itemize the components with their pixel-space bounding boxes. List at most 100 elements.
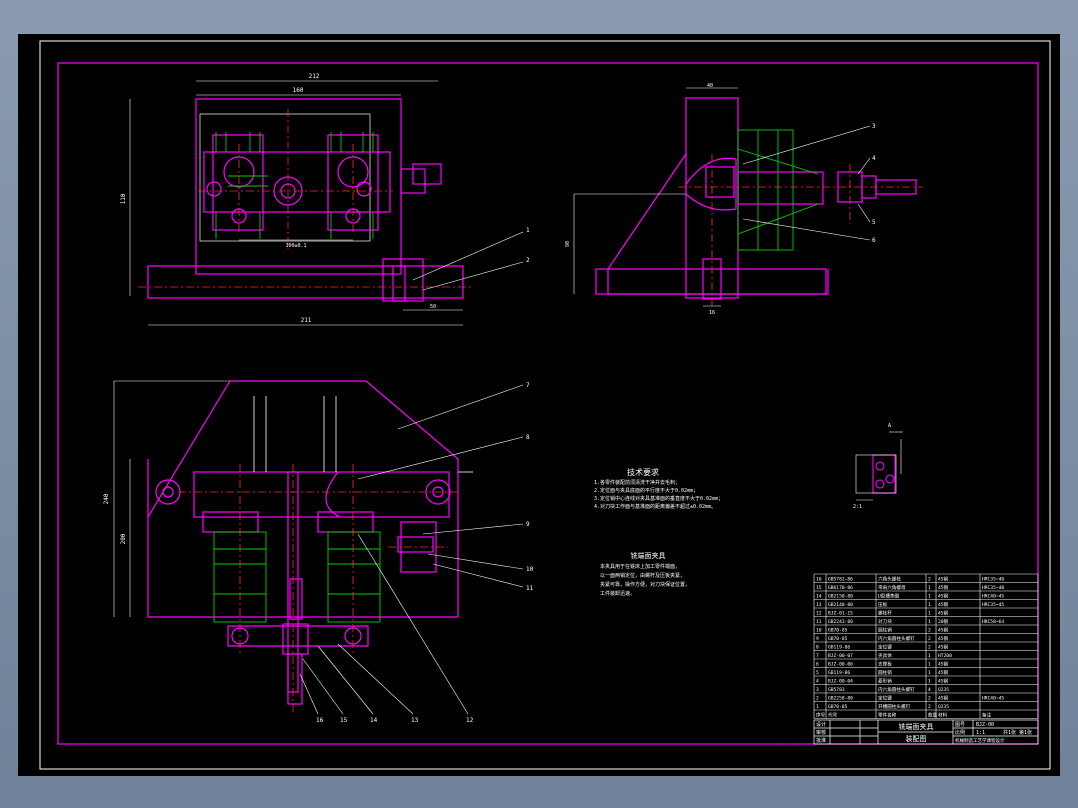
front-view xyxy=(147,380,459,705)
desc-title: 铣端面夹具 xyxy=(631,551,666,560)
parts-header-material: 材料 xyxy=(938,712,948,719)
parts-cell-code: BJZ-00-04 xyxy=(828,679,853,685)
callout-7: 7 xyxy=(526,382,530,389)
top-view-dims xyxy=(129,80,524,326)
parts-cell-name: 六角头螺栓 xyxy=(878,576,901,583)
detail-scale: 2:1 xyxy=(853,504,862,510)
parts-cell-material: Q235 xyxy=(938,687,949,693)
tb-label-design: 设计 xyxy=(816,721,826,728)
parts-cell-no: 5 xyxy=(816,670,819,676)
callout-16: 16 xyxy=(316,717,324,724)
parts-cell-qty: 2 xyxy=(928,636,931,642)
parts-cell-name: 螺栓杆 xyxy=(878,610,892,617)
callout-15: 15 xyxy=(340,717,348,724)
parts-cell-qty: 1 xyxy=(928,602,931,608)
parts-cell-material: 45钢 xyxy=(938,635,949,642)
parts-cell-name: 开槽圆柱头螺钉 xyxy=(878,703,911,710)
parts-cell-qty: 1 xyxy=(928,611,931,617)
detail-label: A xyxy=(888,423,891,429)
parts-cell-material: 45钢 xyxy=(938,576,949,583)
side-view xyxy=(595,97,917,300)
parts-cell-name: 圆柱销 xyxy=(878,669,892,676)
parts-cell-material: HT200 xyxy=(938,653,952,659)
side-dim-bottom: 16 xyxy=(709,310,715,316)
tb-label-scale: 比例 xyxy=(955,729,965,736)
callout-9: 9 xyxy=(526,521,530,528)
front-dim-inner: 200 xyxy=(120,533,127,544)
parts-cell-qty: 2 xyxy=(928,696,931,702)
parts-cell-material: 45钢 xyxy=(938,627,949,634)
tb-drawing-type: 装配图 xyxy=(906,734,927,743)
callout-8: 8 xyxy=(526,434,530,441)
parts-cell-code: BJZ-01-15 xyxy=(828,611,853,617)
tb-label-approve: 批准 xyxy=(816,737,826,744)
parts-cell-qty: 1 xyxy=(928,653,931,659)
parts-cell-name: 对刀块 xyxy=(878,618,892,625)
parts-cell-name: 定位键 xyxy=(878,644,892,651)
dim-width: 212 xyxy=(309,73,320,80)
parts-cell-qty: 2 xyxy=(928,704,931,710)
parts-cell-code: GB5783 xyxy=(828,687,845,693)
parts-cell-no: 14 xyxy=(816,594,822,600)
callout-10: 10 xyxy=(526,566,534,573)
parts-cell-no: 8 xyxy=(816,645,819,651)
parts-cell-no: 3 xyxy=(816,687,819,693)
parts-cell-code: GB6170-86 xyxy=(828,585,853,591)
parts-cell-name: U型槽垫圈 xyxy=(878,593,900,600)
parts-cell-qty: 1 xyxy=(928,679,931,685)
dim-base: 211 xyxy=(301,317,312,324)
parts-cell-code: GB70-85 xyxy=(828,636,848,642)
side-dim-height: 90 xyxy=(565,241,571,247)
parts-cell-code: GB2148-80 xyxy=(828,602,853,608)
front-view-green xyxy=(213,531,381,623)
parts-cell-no: 6 xyxy=(816,662,819,668)
parts-cell-material: 45钢 xyxy=(938,593,949,600)
cad-drawing: 212 160 110 211 100±0.1 50 1 2 40 90 16 … xyxy=(39,40,1051,770)
parts-cell-name: 菱形销 xyxy=(878,678,892,685)
callout-6: 6 xyxy=(872,237,876,244)
desc-line-3: 夹紧可靠，操作方便，对刀块保证位置， xyxy=(600,581,690,588)
desc-line-1: 本夹具用于在铣床上加工零件端面， xyxy=(600,563,680,570)
parts-cell-name: 内六角圆柱头螺钉 xyxy=(878,635,915,642)
tech-req-3: 3.定位销中心连线对夹具基准面的垂直度不大于0.02mm； xyxy=(594,495,723,502)
callout-14: 14 xyxy=(370,717,378,724)
parts-cell-qty: 2 xyxy=(928,577,931,583)
front-view-dims xyxy=(113,380,524,715)
callout-4: 4 xyxy=(872,155,876,162)
side-view-centerlines xyxy=(678,154,923,309)
parts-cell-no: 15 xyxy=(816,585,822,591)
detail-a xyxy=(855,454,897,494)
parts-cell-code: GB70-85 xyxy=(828,628,848,634)
parts-cell-qty: 1 xyxy=(928,662,931,668)
parts-cell-no: 4 xyxy=(816,679,819,685)
top-view xyxy=(147,98,464,302)
parts-cell-name: 定位键 xyxy=(878,695,892,702)
parts-cell-no: 9 xyxy=(816,636,819,642)
tb-label-drawing-no: 图号 xyxy=(955,722,965,728)
front-dim-outer: 240 xyxy=(103,493,110,504)
parts-cell-no: 11 xyxy=(816,619,822,625)
callout-2: 2 xyxy=(526,257,530,264)
parts-cell-code: GB70-85 xyxy=(828,704,848,710)
parts-cell-no: 13 xyxy=(816,602,822,608)
desc-line-4: 工件装卸迅速。 xyxy=(600,590,635,597)
parts-header-no: 序号 xyxy=(816,712,826,719)
parts-cell-name: 圆柱销 xyxy=(878,627,892,634)
callout-12: 12 xyxy=(466,717,474,724)
parts-cell-name: 支撑板 xyxy=(878,661,892,668)
parts-cell-material: 45钢 xyxy=(938,678,949,685)
tech-req-2: 2.定位面与夹具底面的平行度不大于0.02mm； xyxy=(594,487,698,494)
drawing-sheet: 212 160 110 211 100±0.1 50 1 2 40 90 16 … xyxy=(18,34,1060,776)
tech-req-4: 4.对刀块工作面与基准面的距离偏差不超过±0.02mm。 xyxy=(594,503,716,510)
parts-cell-material: 45钢 xyxy=(938,661,949,668)
parts-cell-material: 45钢 xyxy=(938,669,949,676)
dim-pin-spacing: 100±0.1 xyxy=(285,243,306,249)
parts-cell-code: GB119-86 xyxy=(828,645,850,651)
parts-cell-material: 45钢 xyxy=(938,610,949,617)
parts-cell-note: HRC35~45 xyxy=(982,602,1004,608)
tb-label-check: 审核 xyxy=(816,729,826,736)
callout-5: 5 xyxy=(872,219,876,226)
parts-cell-material: 45钢 xyxy=(938,644,949,651)
parts-cell-qty: 1 xyxy=(928,619,931,625)
parts-cell-code: GB119-86 xyxy=(828,670,850,676)
